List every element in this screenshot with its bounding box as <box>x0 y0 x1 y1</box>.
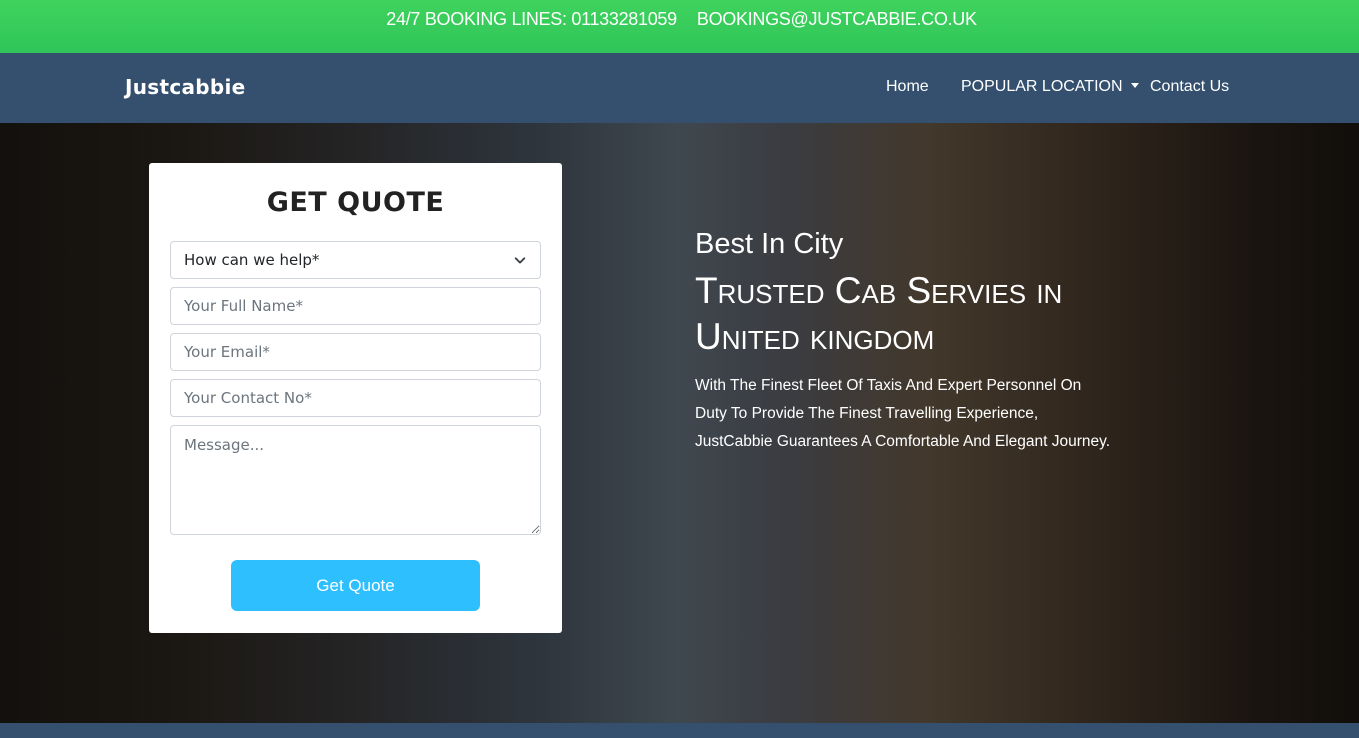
nav-popular-label: POPULAR LOCATION <box>961 78 1123 95</box>
booking-info-bar: 24/7 BOOKING LINES: 01133281059 BOOKINGS… <box>0 0 1359 53</box>
help-topic-select[interactable]: How can we help* <box>170 241 541 279</box>
hero-tagline: Best In City <box>695 228 844 260</box>
get-quote-button[interactable]: Get Quote <box>231 560 480 611</box>
full-name-input[interactable] <box>170 287 541 325</box>
brand-logo[interactable]: Justcabbie <box>125 75 246 99</box>
chevron-down-icon <box>514 257 526 264</box>
nav-popular-location-dropdown[interactable]: POPULAR LOCATION <box>961 78 1139 96</box>
main-navbar: Justcabbie Home POPULAR LOCATION Contact… <box>0 53 1359 123</box>
nav-home-link[interactable]: Home <box>886 78 929 96</box>
booking-email: BOOKINGS@JUSTCABBIE.CO.UK <box>696 9 977 29</box>
contact-number-input[interactable] <box>170 379 541 417</box>
quote-form-title: GET QUOTE <box>266 187 445 218</box>
hero-headline: Trusted Cab Servies in United kingdom <box>695 270 1063 357</box>
hero-description: With The Finest Fleet Of Taxis And Exper… <box>695 377 1111 450</box>
hero-text-block: Best In City Trusted Cab Servies in Unit… <box>695 228 1125 456</box>
email-input[interactable] <box>170 333 541 371</box>
help-topic-selected: How can we help* <box>184 251 320 269</box>
quote-form: GET QUOTE How can we help* Get Quote <box>149 163 562 633</box>
caret-down-icon <box>1130 83 1139 88</box>
section-divider <box>0 723 1359 738</box>
booking-phone: 24/7 BOOKING LINES: 01133281059 <box>386 9 677 29</box>
message-textarea[interactable] <box>170 425 541 535</box>
nav-contact-link[interactable]: Contact Us <box>1150 78 1229 96</box>
